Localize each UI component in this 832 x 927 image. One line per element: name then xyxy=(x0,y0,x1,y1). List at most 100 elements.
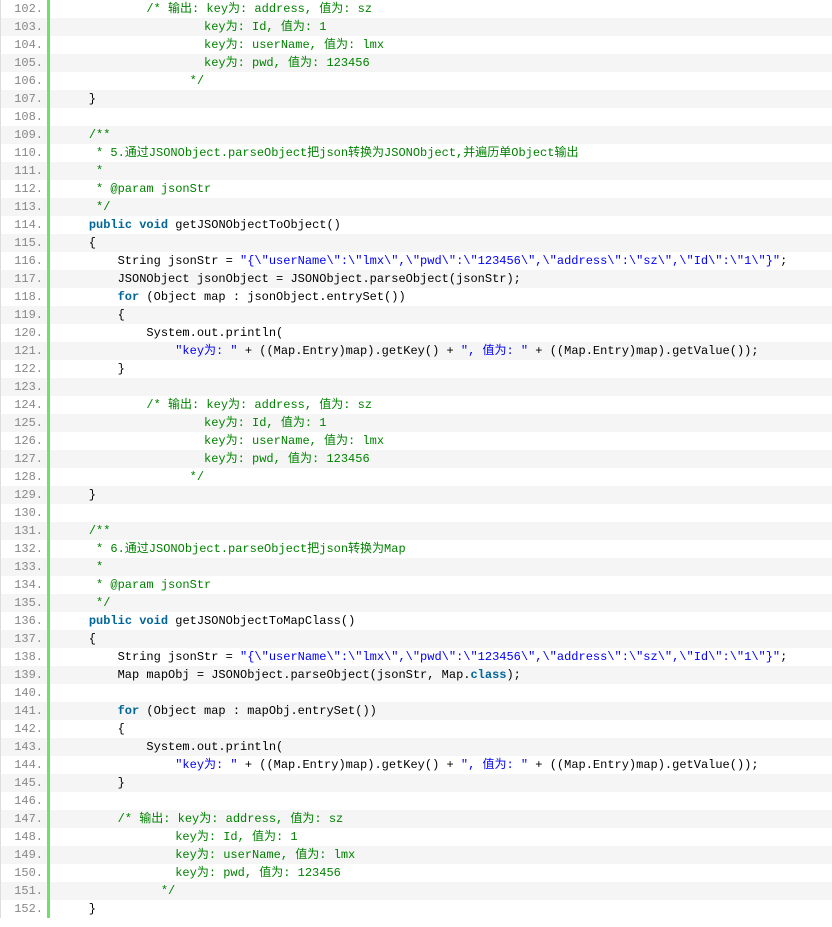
line-content: * 5.通过JSONObject.parseObject把json转换为JSON… xyxy=(50,144,832,162)
code-line: 141. for (Object map : mapObj.entrySet()… xyxy=(1,702,832,720)
code-token xyxy=(60,128,89,142)
line-number: 128. xyxy=(1,468,50,486)
line-content: /* 输出: key为: address, 值为: sz xyxy=(50,0,832,18)
code-line: 108. xyxy=(1,108,832,126)
line-number: 137. xyxy=(1,630,50,648)
code-line: 112. * @param jsonStr xyxy=(1,180,832,198)
code-token: String jsonStr = xyxy=(60,650,240,664)
code-token: "{\"userName\":\"lmx\",\"pwd\":\"123456\… xyxy=(240,650,780,664)
line-content: public void getJSONObjectToObject() xyxy=(50,216,832,234)
line-content: key为: pwd, 值为: 123456 xyxy=(50,54,832,72)
code-line: 151. */ xyxy=(1,882,832,900)
code-token xyxy=(60,812,118,826)
line-content: } xyxy=(50,486,832,504)
code-line: 110. * 5.通过JSONObject.parseObject把json转换… xyxy=(1,144,832,162)
line-number: 112. xyxy=(1,180,50,198)
code-token: key为: userName, 值为: lmx xyxy=(60,434,384,448)
code-token: key为: userName, 值为: lmx xyxy=(60,848,355,862)
code-token: key为: Id, 值为: 1 xyxy=(60,416,326,430)
code-line: 104. key为: userName, 值为: lmx xyxy=(1,36,832,54)
line-number: 152. xyxy=(1,900,50,918)
code-line: 147. /* 输出: key为: address, 值为: sz xyxy=(1,810,832,828)
code-token: } xyxy=(60,362,125,376)
code-token: } xyxy=(60,902,96,916)
line-content: key为: Id, 值为: 1 xyxy=(50,828,832,846)
code-token: "{\"userName\":\"lmx\",\"pwd\":\"123456\… xyxy=(240,254,780,268)
code-token: for xyxy=(118,290,140,304)
line-number: 139. xyxy=(1,666,50,684)
code-token: (Object map : mapObj.entrySet()) xyxy=(139,704,377,718)
line-number: 106. xyxy=(1,72,50,90)
code-line: 133. * xyxy=(1,558,832,576)
line-number: 140. xyxy=(1,684,50,702)
line-number: 119. xyxy=(1,306,50,324)
line-content: key为: Id, 值为: 1 xyxy=(50,18,832,36)
code-token: * xyxy=(60,164,103,178)
line-number: 124. xyxy=(1,396,50,414)
code-line: 137. { xyxy=(1,630,832,648)
line-content: /* 输出: key为: address, 值为: sz xyxy=(50,810,832,828)
code-token: public xyxy=(89,614,132,628)
code-line: 117. JSONObject jsonObject = JSONObject.… xyxy=(1,270,832,288)
line-number: 135. xyxy=(1,594,50,612)
line-content: { xyxy=(50,720,832,738)
line-content: key为: pwd, 值为: 123456 xyxy=(50,864,832,882)
code-token: System.out.println( xyxy=(60,326,283,340)
line-content: JSONObject jsonObject = JSONObject.parse… xyxy=(50,270,832,288)
line-content xyxy=(50,684,832,702)
code-token: + ((Map.Entry)map).getValue()); xyxy=(528,344,758,358)
line-number: 109. xyxy=(1,126,50,144)
code-token xyxy=(60,110,67,124)
code-block: 102. /* 输出: key为: address, 值为: sz103. ke… xyxy=(0,0,832,918)
code-token: */ xyxy=(60,74,204,88)
line-content: "key为: " + ((Map.Entry)map).getKey() + "… xyxy=(50,342,832,360)
code-line: 138. String jsonStr = "{\"userName\":\"l… xyxy=(1,648,832,666)
code-token xyxy=(60,794,67,808)
code-token: ); xyxy=(506,668,520,682)
code-token: /* 输出: key为: address, 值为: sz xyxy=(146,2,372,16)
line-number: 133. xyxy=(1,558,50,576)
code-token: getJSONObjectToMapClass() xyxy=(168,614,355,628)
code-token: key为: pwd, 值为: 123456 xyxy=(60,452,370,466)
code-token: * xyxy=(60,560,103,574)
line-number: 107. xyxy=(1,90,50,108)
code-token: getJSONObjectToObject() xyxy=(168,218,341,232)
code-line: 130. xyxy=(1,504,832,522)
code-token: { xyxy=(60,722,125,736)
code-token: System.out.println( xyxy=(60,740,283,754)
line-content: key为: pwd, 值为: 123456 xyxy=(50,450,832,468)
code-token: "key为: " xyxy=(175,758,237,772)
code-token: + ((Map.Entry)map).getKey() + xyxy=(238,758,461,772)
line-content: * xyxy=(50,162,832,180)
code-token xyxy=(60,290,118,304)
code-token: (Object map : jsonObject.entrySet()) xyxy=(139,290,405,304)
line-content: Map mapObj = JSONObject.parseObject(json… xyxy=(50,666,832,684)
line-content: String jsonStr = "{\"userName\":\"lmx\",… xyxy=(50,648,832,666)
code-line: 113. */ xyxy=(1,198,832,216)
code-line: 124. /* 输出: key为: address, 值为: sz xyxy=(1,396,832,414)
code-token xyxy=(60,398,146,412)
code-token xyxy=(60,758,175,772)
code-line: 103. key为: Id, 值为: 1 xyxy=(1,18,832,36)
line-number: 117. xyxy=(1,270,50,288)
line-number: 122. xyxy=(1,360,50,378)
code-line: 148. key为: Id, 值为: 1 xyxy=(1,828,832,846)
line-content: public void getJSONObjectToMapClass() xyxy=(50,612,832,630)
line-content: key为: userName, 值为: lmx xyxy=(50,36,832,54)
code-token xyxy=(60,614,89,628)
code-token: String jsonStr = xyxy=(60,254,240,268)
code-token: for xyxy=(118,704,140,718)
line-number: 142. xyxy=(1,720,50,738)
line-number: 121. xyxy=(1,342,50,360)
code-line: 120. System.out.println( xyxy=(1,324,832,342)
code-token: class xyxy=(470,668,506,682)
line-content: "key为: " + ((Map.Entry)map).getKey() + "… xyxy=(50,756,832,774)
code-token: } xyxy=(60,776,125,790)
code-line: 109. /** xyxy=(1,126,832,144)
line-content: /* 输出: key为: address, 值为: sz xyxy=(50,396,832,414)
code-token: */ xyxy=(60,200,110,214)
line-content: for (Object map : mapObj.entrySet()) xyxy=(50,702,832,720)
code-line: 105. key为: pwd, 值为: 123456 xyxy=(1,54,832,72)
code-line: 143. System.out.println( xyxy=(1,738,832,756)
code-token: * @param jsonStr xyxy=(60,578,211,592)
